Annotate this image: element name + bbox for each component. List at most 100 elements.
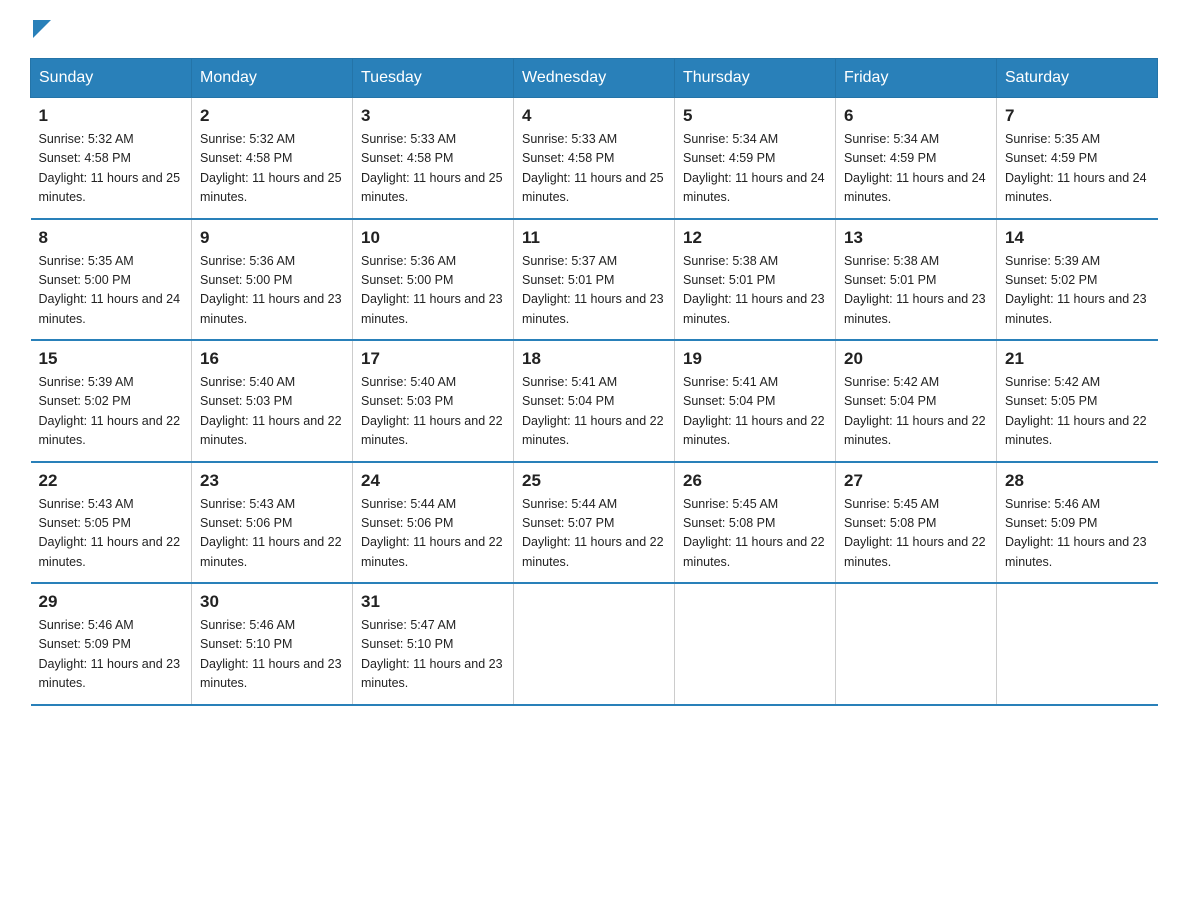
day-number: 10 bbox=[361, 228, 505, 248]
calendar-cell: 19 Sunrise: 5:41 AMSunset: 5:04 PMDaylig… bbox=[675, 340, 836, 462]
weekday-header-friday: Friday bbox=[836, 59, 997, 98]
calendar-cell: 26 Sunrise: 5:45 AMSunset: 5:08 PMDaylig… bbox=[675, 462, 836, 584]
week-row-2: 8 Sunrise: 5:35 AMSunset: 5:00 PMDayligh… bbox=[31, 219, 1158, 341]
day-number: 3 bbox=[361, 106, 505, 126]
calendar-cell: 21 Sunrise: 5:42 AMSunset: 5:05 PMDaylig… bbox=[997, 340, 1158, 462]
week-row-4: 22 Sunrise: 5:43 AMSunset: 5:05 PMDaylig… bbox=[31, 462, 1158, 584]
calendar-cell bbox=[675, 583, 836, 705]
day-number: 22 bbox=[39, 471, 184, 491]
calendar-cell: 13 Sunrise: 5:38 AMSunset: 5:01 PMDaylig… bbox=[836, 219, 997, 341]
weekday-header-sunday: Sunday bbox=[31, 59, 192, 98]
day-number: 13 bbox=[844, 228, 988, 248]
day-number: 18 bbox=[522, 349, 666, 369]
calendar-cell: 12 Sunrise: 5:38 AMSunset: 5:01 PMDaylig… bbox=[675, 219, 836, 341]
weekday-header-saturday: Saturday bbox=[997, 59, 1158, 98]
day-number: 1 bbox=[39, 106, 184, 126]
day-number: 16 bbox=[200, 349, 344, 369]
day-info: Sunrise: 5:41 AMSunset: 5:04 PMDaylight:… bbox=[683, 375, 825, 447]
calendar-cell: 24 Sunrise: 5:44 AMSunset: 5:06 PMDaylig… bbox=[353, 462, 514, 584]
day-info: Sunrise: 5:32 AMSunset: 4:58 PMDaylight:… bbox=[200, 132, 342, 204]
day-info: Sunrise: 5:44 AMSunset: 5:07 PMDaylight:… bbox=[522, 497, 664, 569]
day-info: Sunrise: 5:42 AMSunset: 5:04 PMDaylight:… bbox=[844, 375, 986, 447]
calendar-cell: 31 Sunrise: 5:47 AMSunset: 5:10 PMDaylig… bbox=[353, 583, 514, 705]
day-info: Sunrise: 5:36 AMSunset: 5:00 PMDaylight:… bbox=[361, 254, 503, 326]
day-number: 23 bbox=[200, 471, 344, 491]
day-number: 17 bbox=[361, 349, 505, 369]
day-info: Sunrise: 5:40 AMSunset: 5:03 PMDaylight:… bbox=[200, 375, 342, 447]
day-info: Sunrise: 5:46 AMSunset: 5:09 PMDaylight:… bbox=[1005, 497, 1147, 569]
day-info: Sunrise: 5:35 AMSunset: 5:00 PMDaylight:… bbox=[39, 254, 181, 326]
day-info: Sunrise: 5:45 AMSunset: 5:08 PMDaylight:… bbox=[844, 497, 986, 569]
day-info: Sunrise: 5:37 AMSunset: 5:01 PMDaylight:… bbox=[522, 254, 664, 326]
day-number: 28 bbox=[1005, 471, 1150, 491]
day-number: 15 bbox=[39, 349, 184, 369]
calendar-cell: 3 Sunrise: 5:33 AMSunset: 4:58 PMDayligh… bbox=[353, 98, 514, 219]
calendar-cell: 18 Sunrise: 5:41 AMSunset: 5:04 PMDaylig… bbox=[514, 340, 675, 462]
day-info: Sunrise: 5:42 AMSunset: 5:05 PMDaylight:… bbox=[1005, 375, 1147, 447]
day-number: 20 bbox=[844, 349, 988, 369]
calendar-cell: 17 Sunrise: 5:40 AMSunset: 5:03 PMDaylig… bbox=[353, 340, 514, 462]
day-number: 6 bbox=[844, 106, 988, 126]
week-row-1: 1 Sunrise: 5:32 AMSunset: 4:58 PMDayligh… bbox=[31, 98, 1158, 219]
calendar-cell: 22 Sunrise: 5:43 AMSunset: 5:05 PMDaylig… bbox=[31, 462, 192, 584]
day-number: 12 bbox=[683, 228, 827, 248]
logo bbox=[30, 20, 51, 38]
day-info: Sunrise: 5:32 AMSunset: 4:58 PMDaylight:… bbox=[39, 132, 181, 204]
calendar-cell: 7 Sunrise: 5:35 AMSunset: 4:59 PMDayligh… bbox=[997, 98, 1158, 219]
weekday-header-row: SundayMondayTuesdayWednesdayThursdayFrid… bbox=[31, 59, 1158, 98]
day-number: 4 bbox=[522, 106, 666, 126]
calendar-cell: 30 Sunrise: 5:46 AMSunset: 5:10 PMDaylig… bbox=[192, 583, 353, 705]
calendar-cell: 11 Sunrise: 5:37 AMSunset: 5:01 PMDaylig… bbox=[514, 219, 675, 341]
header bbox=[30, 20, 1158, 38]
day-number: 30 bbox=[200, 592, 344, 612]
day-number: 14 bbox=[1005, 228, 1150, 248]
calendar-cell: 14 Sunrise: 5:39 AMSunset: 5:02 PMDaylig… bbox=[997, 219, 1158, 341]
calendar-cell: 27 Sunrise: 5:45 AMSunset: 5:08 PMDaylig… bbox=[836, 462, 997, 584]
day-info: Sunrise: 5:39 AMSunset: 5:02 PMDaylight:… bbox=[39, 375, 181, 447]
day-number: 5 bbox=[683, 106, 827, 126]
calendar-cell: 6 Sunrise: 5:34 AMSunset: 4:59 PMDayligh… bbox=[836, 98, 997, 219]
day-info: Sunrise: 5:45 AMSunset: 5:08 PMDaylight:… bbox=[683, 497, 825, 569]
day-info: Sunrise: 5:35 AMSunset: 4:59 PMDaylight:… bbox=[1005, 132, 1147, 204]
day-info: Sunrise: 5:33 AMSunset: 4:58 PMDaylight:… bbox=[522, 132, 664, 204]
day-number: 7 bbox=[1005, 106, 1150, 126]
day-info: Sunrise: 5:44 AMSunset: 5:06 PMDaylight:… bbox=[361, 497, 503, 569]
day-info: Sunrise: 5:41 AMSunset: 5:04 PMDaylight:… bbox=[522, 375, 664, 447]
day-info: Sunrise: 5:46 AMSunset: 5:10 PMDaylight:… bbox=[200, 618, 342, 690]
calendar-cell: 20 Sunrise: 5:42 AMSunset: 5:04 PMDaylig… bbox=[836, 340, 997, 462]
day-number: 24 bbox=[361, 471, 505, 491]
day-number: 31 bbox=[361, 592, 505, 612]
day-info: Sunrise: 5:43 AMSunset: 5:06 PMDaylight:… bbox=[200, 497, 342, 569]
day-number: 11 bbox=[522, 228, 666, 248]
day-info: Sunrise: 5:47 AMSunset: 5:10 PMDaylight:… bbox=[361, 618, 503, 690]
calendar-table: SundayMondayTuesdayWednesdayThursdayFrid… bbox=[30, 58, 1158, 706]
calendar-cell: 4 Sunrise: 5:33 AMSunset: 4:58 PMDayligh… bbox=[514, 98, 675, 219]
day-info: Sunrise: 5:38 AMSunset: 5:01 PMDaylight:… bbox=[683, 254, 825, 326]
calendar-cell: 1 Sunrise: 5:32 AMSunset: 4:58 PMDayligh… bbox=[31, 98, 192, 219]
day-info: Sunrise: 5:34 AMSunset: 4:59 PMDaylight:… bbox=[844, 132, 986, 204]
week-row-5: 29 Sunrise: 5:46 AMSunset: 5:09 PMDaylig… bbox=[31, 583, 1158, 705]
day-number: 25 bbox=[522, 471, 666, 491]
calendar-cell: 8 Sunrise: 5:35 AMSunset: 5:00 PMDayligh… bbox=[31, 219, 192, 341]
calendar-cell: 29 Sunrise: 5:46 AMSunset: 5:09 PMDaylig… bbox=[31, 583, 192, 705]
calendar-cell bbox=[836, 583, 997, 705]
calendar-cell: 16 Sunrise: 5:40 AMSunset: 5:03 PMDaylig… bbox=[192, 340, 353, 462]
calendar-cell: 15 Sunrise: 5:39 AMSunset: 5:02 PMDaylig… bbox=[31, 340, 192, 462]
calendar-cell: 5 Sunrise: 5:34 AMSunset: 4:59 PMDayligh… bbox=[675, 98, 836, 219]
calendar-cell bbox=[997, 583, 1158, 705]
weekday-header-monday: Monday bbox=[192, 59, 353, 98]
day-number: 27 bbox=[844, 471, 988, 491]
day-info: Sunrise: 5:36 AMSunset: 5:00 PMDaylight:… bbox=[200, 254, 342, 326]
calendar-cell: 2 Sunrise: 5:32 AMSunset: 4:58 PMDayligh… bbox=[192, 98, 353, 219]
day-info: Sunrise: 5:33 AMSunset: 4:58 PMDaylight:… bbox=[361, 132, 503, 204]
day-number: 21 bbox=[1005, 349, 1150, 369]
calendar-cell: 28 Sunrise: 5:46 AMSunset: 5:09 PMDaylig… bbox=[997, 462, 1158, 584]
day-info: Sunrise: 5:43 AMSunset: 5:05 PMDaylight:… bbox=[39, 497, 181, 569]
day-number: 8 bbox=[39, 228, 184, 248]
calendar-cell bbox=[514, 583, 675, 705]
day-number: 19 bbox=[683, 349, 827, 369]
day-info: Sunrise: 5:34 AMSunset: 4:59 PMDaylight:… bbox=[683, 132, 825, 204]
calendar-cell: 25 Sunrise: 5:44 AMSunset: 5:07 PMDaylig… bbox=[514, 462, 675, 584]
weekday-header-wednesday: Wednesday bbox=[514, 59, 675, 98]
day-number: 9 bbox=[200, 228, 344, 248]
